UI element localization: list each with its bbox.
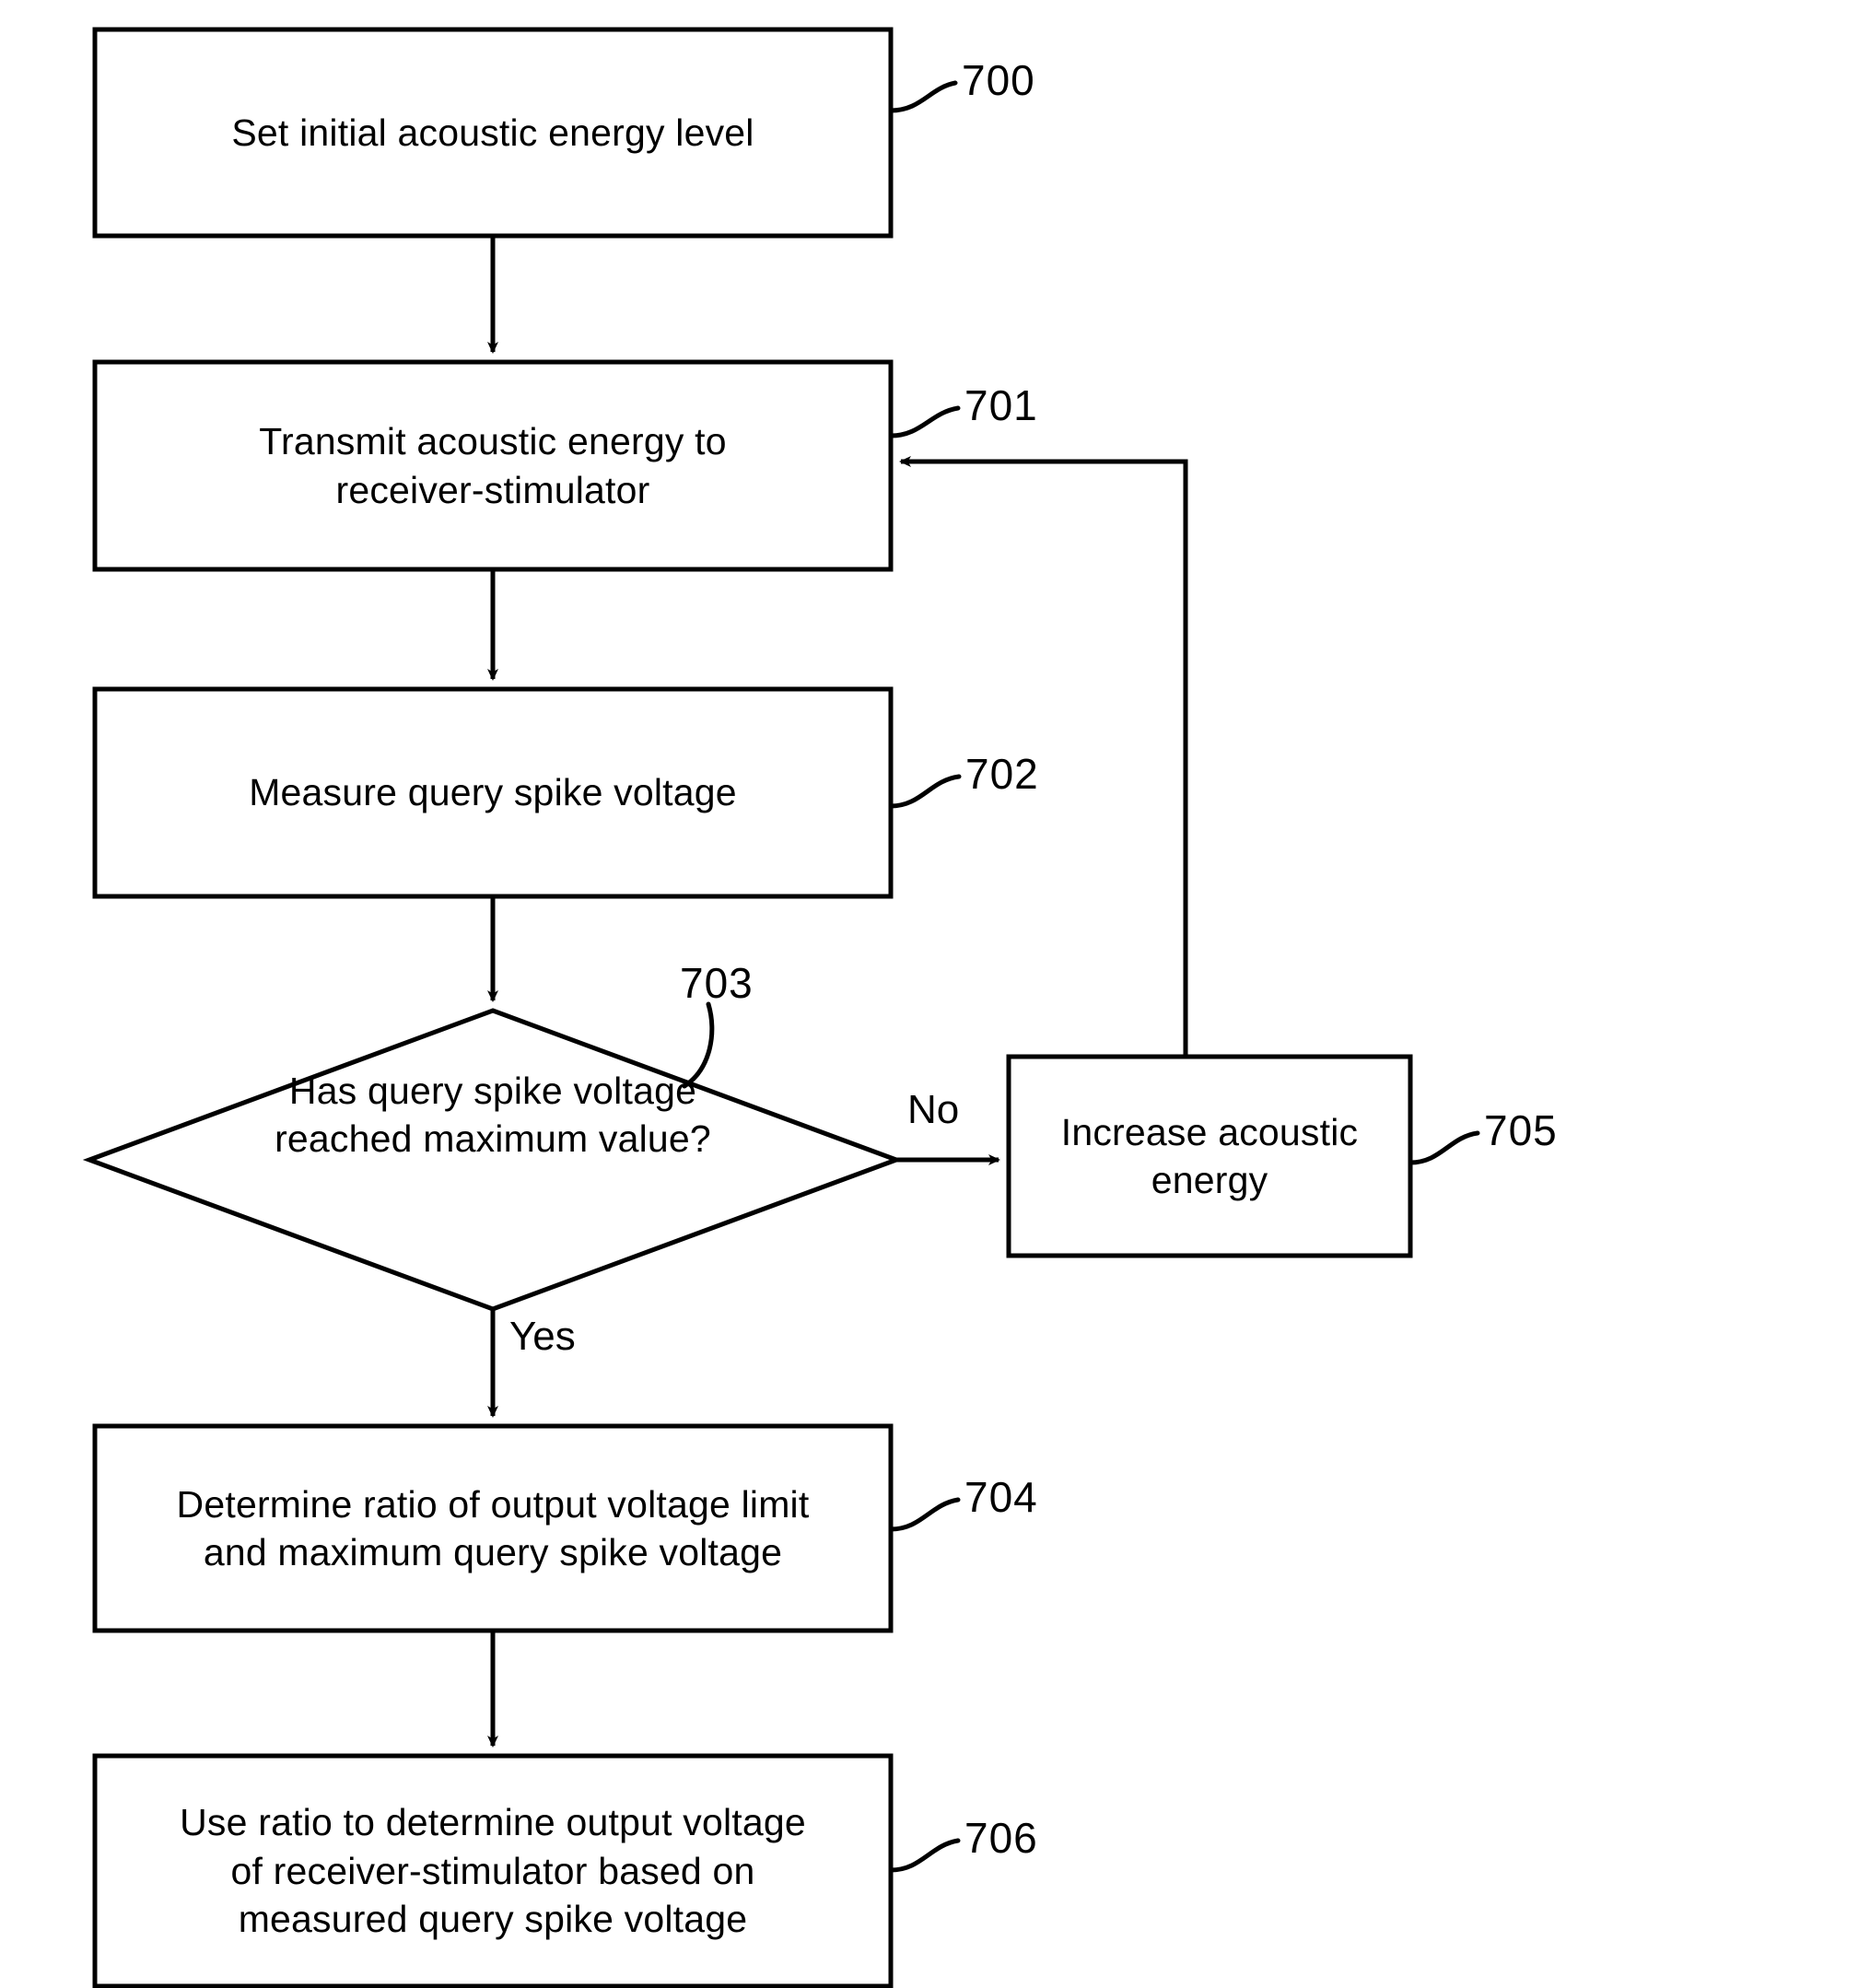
leader-line-703 (682, 1001, 715, 1089)
leader-line-701 (888, 405, 961, 439)
ref-label-700: 700 (962, 56, 1035, 104)
ref-label-704: 704 (964, 1473, 1038, 1521)
node-diamond-703 (82, 1008, 904, 1312)
ref-label-702: 702 (965, 750, 1039, 798)
node-box-705 (1006, 1054, 1413, 1258)
leader-line-705 (1408, 1130, 1480, 1165)
edge-label-no: No (907, 1087, 960, 1132)
node-box-704 (92, 1423, 894, 1633)
edge-label-yes: Yes (509, 1314, 576, 1359)
edge-705-701-feedback (899, 456, 1188, 1057)
ref-label-706: 706 (964, 1814, 1038, 1862)
leader-line-706 (888, 1838, 961, 1873)
flowchart-figure: Set initial acoustic energy level Transm… (0, 0, 1870, 1988)
leader-line-704 (888, 1497, 961, 1532)
leader-line-700 (888, 80, 958, 113)
node-box-706 (92, 1753, 894, 1988)
node-box-701 (92, 359, 894, 572)
ref-label-703: 703 (680, 959, 754, 1007)
node-box-700 (92, 27, 894, 239)
leader-line-702 (888, 774, 962, 809)
flowchart-graphics (82, 27, 1480, 1988)
node-box-702 (92, 686, 894, 899)
ref-label-701: 701 (964, 381, 1038, 429)
ref-label-705: 705 (1484, 1106, 1558, 1154)
